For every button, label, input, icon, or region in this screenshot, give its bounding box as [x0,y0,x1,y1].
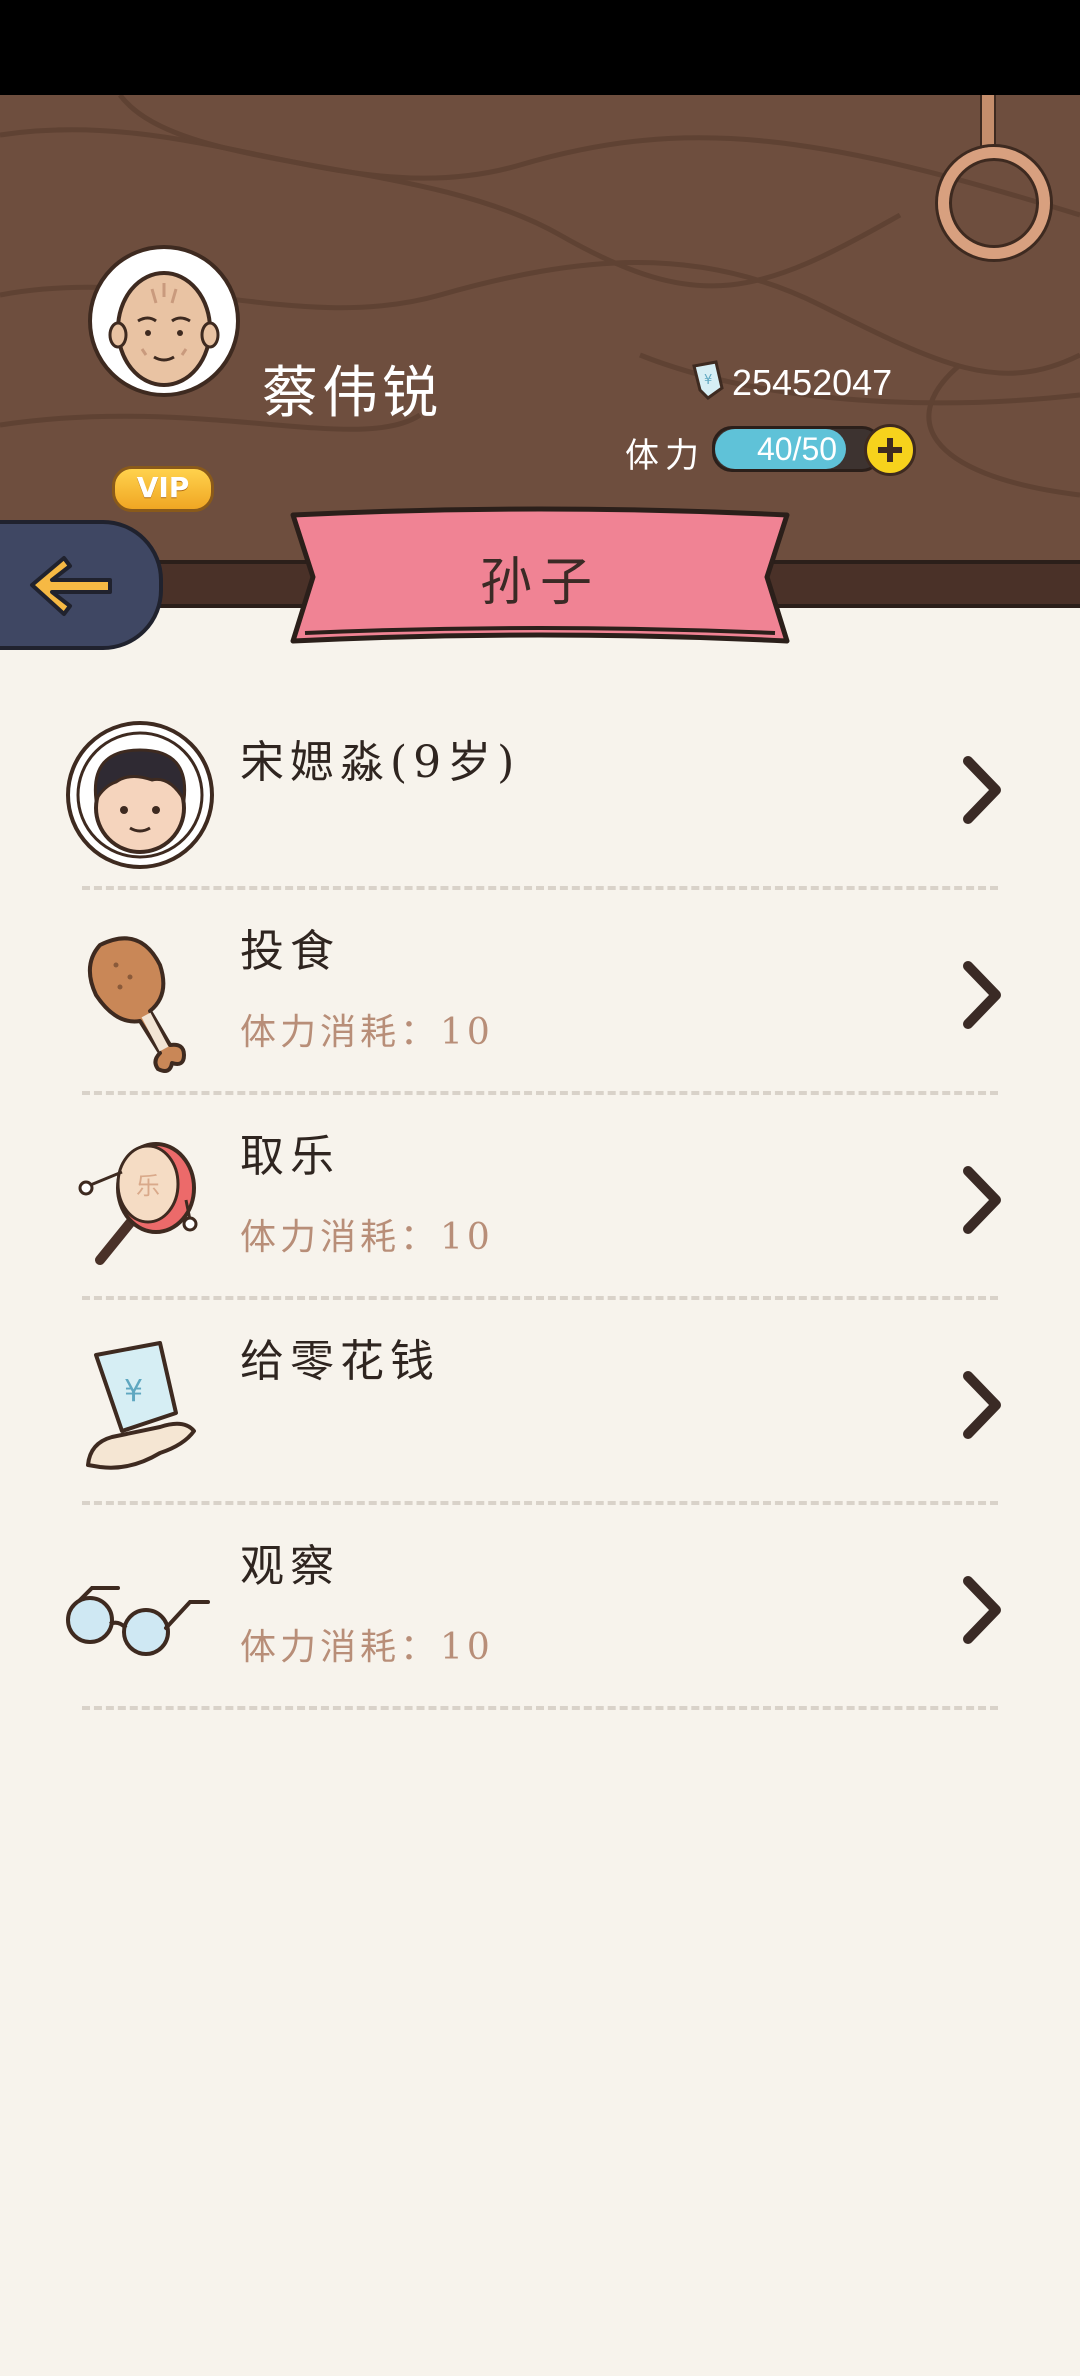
svg-text:¥: ¥ [124,1374,143,1409]
action-row-feed[interactable]: 投食 体力消耗：10 [0,895,1080,1100]
action-row-play[interactable]: 乐 取乐 体力消耗：10 [0,1100,1080,1305]
action-title: 观察 [240,1541,340,1592]
action-title: 给零花钱 [240,1336,440,1387]
action-cost: 体力消耗：10 [240,1627,494,1668]
status-bar [0,0,1080,95]
player-avatar[interactable] [88,245,240,397]
chevron-right-icon [963,1166,1001,1234]
stamina-bar: 40/50 [712,426,882,472]
svg-text:乐: 乐 [136,1172,160,1200]
chevron-right-icon [963,1576,1001,1644]
player-name: 蔡伟锐 [262,361,442,426]
add-stamina-button[interactable] [864,424,916,476]
hanging-rope [980,95,996,152]
rattle-drum-icon: 乐 [78,1142,198,1265]
row-divider [82,1091,998,1095]
chevron-right-icon [963,1371,1001,1439]
action-cost: 体力消耗：10 [240,1012,494,1053]
action-title: 取乐 [240,1131,340,1182]
vip-badge: VIP [112,466,214,512]
grandchild-name: 宋媤淼(9岁) [240,737,521,788]
money-hand-icon: ¥ [86,1341,196,1470]
glasses-icon [66,1586,210,1656]
svg-text:¥: ¥ [704,373,712,388]
hanging-ring-icon [938,147,1050,259]
row-divider [82,1296,998,1300]
row-divider [82,886,998,890]
grandchild-avatar [66,721,214,869]
page-title: 孙子 [479,553,600,613]
chevron-right-icon [963,961,1001,1029]
action-row-pocket-money[interactable]: ¥ 给零花钱 [0,1305,1080,1510]
action-title: 投食 [240,926,340,977]
money-value: 25452047 [732,362,893,403]
money-bill-icon: ¥ [692,360,724,400]
back-arrow-icon [30,556,112,616]
action-row-observe[interactable]: 观察 体力消耗：10 [0,1510,1080,1715]
grandchild-row[interactable]: 宋媤淼(9岁) [0,690,1080,895]
row-divider [82,1501,998,1505]
old-man-face-icon [108,271,220,387]
stamina-label: 体力 [625,436,705,476]
back-button[interactable] [0,520,163,650]
stamina-text: 40/50 [756,431,838,467]
chicken-leg-icon [88,936,186,1073]
action-cost: 体力消耗：10 [240,1217,494,1258]
chevron-right-icon [963,756,1001,824]
row-divider [82,1706,998,1710]
